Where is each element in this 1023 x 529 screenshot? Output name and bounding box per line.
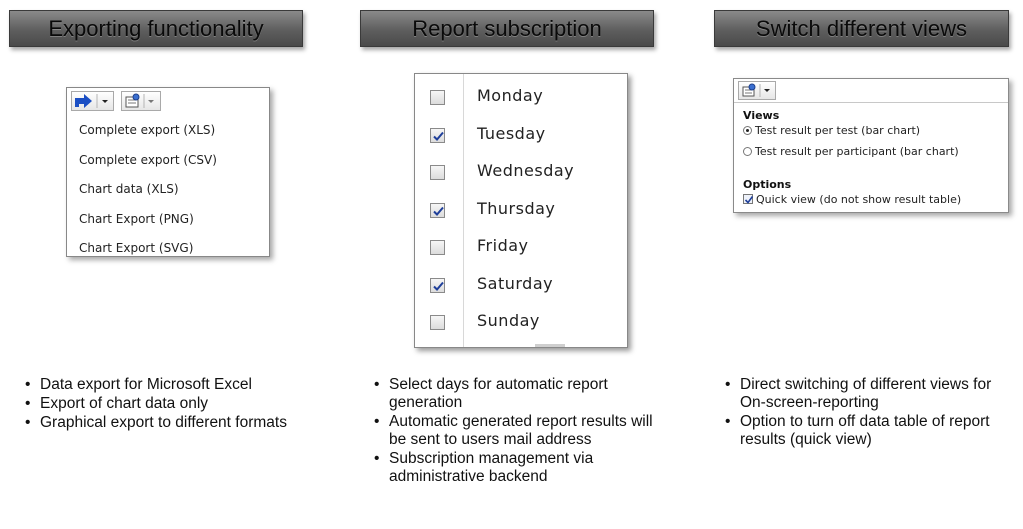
options-heading: Options <box>743 178 792 191</box>
option-label: Quick view (do not show result table) <box>756 193 962 206</box>
checkbox[interactable] <box>430 240 445 255</box>
radio-button-selected[interactable] <box>743 126 752 135</box>
list-item: Select days for automatic report generat… <box>373 376 673 412</box>
views-feature-list: Direct switching of different views for … <box>724 376 1014 450</box>
subscription-days-panel: Monday Tuesday Wednesday Thursday Friday Satu… <box>414 73 628 348</box>
day-label: Monday <box>477 86 544 105</box>
export-arrow-icon <box>75 94 92 108</box>
subscription-feature-list: Select days for automatic report generat… <box>373 376 673 487</box>
views-heading: Views <box>743 109 780 122</box>
day-label: Friday <box>477 236 529 255</box>
check-icon <box>433 131 444 141</box>
day-label: Saturday <box>477 273 554 293</box>
exporting-feature-list: Data export for Microsoft Excel Export o… <box>24 376 314 433</box>
section-title-exporting: Exporting functionality <box>9 10 303 47</box>
view-selector-icon <box>742 83 756 97</box>
option-quick-view[interactable]: Quick view (do not show result table) <box>743 193 961 206</box>
list-item: Option to turn off data table of report … <box>724 413 1014 449</box>
section-title-views: Switch different views <box>714 10 1009 47</box>
day-label: Thursday <box>477 198 556 218</box>
view-selector-button[interactable] <box>121 91 161 111</box>
section-title-subscription: Report subscription <box>360 10 654 47</box>
chevron-down-icon <box>102 100 108 103</box>
day-label: Tuesday <box>477 123 546 143</box>
export-menu-list: Complete export (XLS) Complete export (C… <box>67 116 269 264</box>
views-menu-panel: Views Test result per test (bar chart) T… <box>733 78 1009 213</box>
view-selector-button[interactable] <box>738 81 776 100</box>
list-item: Automatic generated report results will … <box>373 413 673 449</box>
chevron-down-icon <box>148 100 154 103</box>
export-button[interactable] <box>71 91 114 111</box>
day-row-monday[interactable]: Monday <box>415 82 627 120</box>
checkbox[interactable] <box>430 90 445 105</box>
view-option-per-test[interactable]: Test result per test (bar chart) <box>743 124 920 137</box>
view-selector-icon <box>125 93 140 108</box>
day-row-saturday[interactable]: Saturday <box>415 270 627 308</box>
checkbox-checked[interactable] <box>430 277 445 293</box>
day-label: Wednesday <box>477 161 575 180</box>
list-item: Data export for Microsoft Excel <box>24 376 314 394</box>
radio-button[interactable] <box>743 147 752 156</box>
checkbox[interactable] <box>430 315 445 330</box>
checkbox-checked[interactable] <box>430 202 445 218</box>
view-option-label: Test result per participant (bar chart) <box>755 145 959 158</box>
chevron-down-icon <box>764 89 770 92</box>
list-item: Subscription management via administrati… <box>373 450 673 486</box>
list-item: Export of chart data only <box>24 395 314 413</box>
menu-item-chart-data-xls[interactable]: Chart data (XLS) <box>67 175 269 205</box>
day-label: Sunday <box>477 311 540 330</box>
day-row-thursday[interactable]: Thursday <box>415 195 627 233</box>
list-item: Direct switching of different views for … <box>724 376 1014 412</box>
views-toolbar <box>734 79 1008 103</box>
scrollbar-thumb[interactable] <box>535 344 565 347</box>
menu-item-complete-export-csv[interactable]: Complete export (CSV) <box>67 146 269 176</box>
check-icon <box>744 196 754 204</box>
view-option-per-participant[interactable]: Test result per participant (bar chart) <box>743 145 959 158</box>
checkbox[interactable] <box>430 165 445 180</box>
day-row-friday[interactable]: Friday <box>415 232 627 270</box>
day-row-tuesday[interactable]: Tuesday <box>415 120 627 158</box>
check-icon <box>433 281 444 291</box>
menu-item-complete-export-xls[interactable]: Complete export (XLS) <box>67 116 269 146</box>
view-option-label: Test result per test (bar chart) <box>755 124 921 137</box>
day-row-wednesday[interactable]: Wednesday <box>415 157 627 195</box>
menu-item-chart-export-png[interactable]: Chart Export (PNG) <box>67 205 269 235</box>
checkbox-checked[interactable] <box>430 127 445 143</box>
export-menu-panel: Complete export (XLS) Complete export (C… <box>66 87 270 257</box>
checkbox-checked[interactable] <box>743 194 754 204</box>
check-icon <box>433 206 444 216</box>
menu-item-chart-export-svg[interactable]: Chart Export (SVG) <box>67 234 269 264</box>
list-item: Graphical export to different formats <box>24 414 314 432</box>
day-row-sunday[interactable]: Sunday <box>415 307 627 345</box>
